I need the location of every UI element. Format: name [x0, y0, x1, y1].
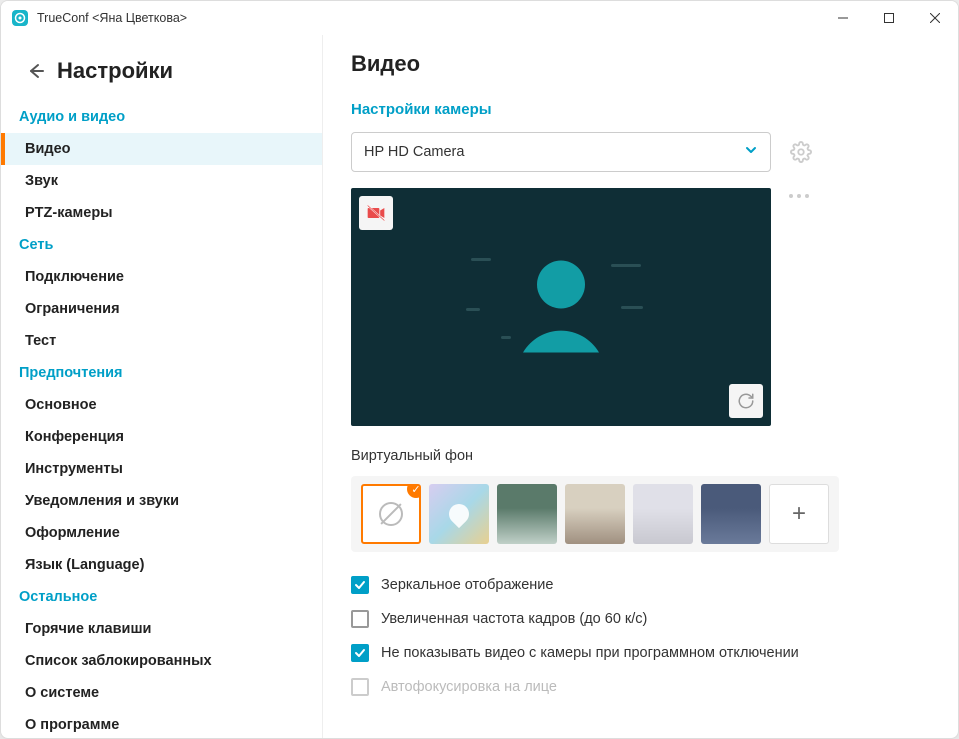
check-label: Не показывать видео с камеры при програм…: [381, 645, 799, 661]
nav-group-network: Сеть: [1, 229, 322, 261]
nav-group-other: Остальное: [1, 581, 322, 613]
page-title: Видео: [351, 51, 930, 77]
checkbox-icon: [351, 610, 369, 628]
bg-option-add[interactable]: +: [769, 484, 829, 544]
minimize-button[interactable]: [820, 1, 866, 35]
blur-icon: [445, 500, 473, 528]
titlebar: TrueConf <Яна Цветкова>: [1, 1, 958, 35]
sidebar-item-video[interactable]: Видео: [1, 133, 322, 165]
bg-option-none[interactable]: ✓: [361, 484, 421, 544]
sidebar-title: Настройки: [57, 58, 173, 84]
close-button[interactable]: [912, 1, 958, 35]
virtual-bg-strip: ✓ +: [351, 476, 839, 552]
sidebar-item-about[interactable]: О программе: [1, 709, 322, 738]
preview-row: [351, 188, 930, 426]
sidebar-item-conference[interactable]: Конференция: [1, 421, 322, 453]
checkbox-icon: [351, 644, 369, 662]
camera-settings-label: Настройки камеры: [351, 101, 930, 118]
content-area: Настройки Аудио и видео Видео Звук PTZ-к…: [1, 35, 958, 738]
check-autofocus-face: Автофокусировка на лице: [351, 678, 930, 696]
app-window: TrueConf <Яна Цветкова> Настройки Аудио …: [0, 0, 959, 739]
check-label: Увеличенная частота кадров (до 60 к/с): [381, 611, 647, 627]
sidebar-item-limits[interactable]: Ограничения: [1, 293, 322, 325]
chevron-down-icon: [744, 143, 758, 162]
camera-select-row: HP HD Camera: [351, 132, 930, 172]
app-icon: [11, 9, 29, 27]
bg-option-2[interactable]: [565, 484, 625, 544]
nav-group-preferences: Предпочтения: [1, 357, 322, 389]
checkbox-icon: [351, 576, 369, 594]
refresh-preview-button[interactable]: [729, 384, 763, 418]
bg-option-blur[interactable]: [429, 484, 489, 544]
sidebar-item-ptz[interactable]: PTZ-камеры: [1, 197, 322, 229]
window-controls: [820, 1, 958, 35]
preview-more-button[interactable]: [789, 188, 809, 198]
camera-preview: [351, 188, 771, 426]
sidebar-item-system[interactable]: О системе: [1, 677, 322, 709]
window-title: TrueConf <Яна Цветкова>: [37, 11, 820, 25]
none-icon: [379, 502, 403, 526]
main-panel: Видео Настройки камеры HP HD Camera: [323, 35, 958, 738]
sidebar-item-test[interactable]: Тест: [1, 325, 322, 357]
check-mirror[interactable]: Зеркальное отображение: [351, 576, 930, 594]
check-high-fps[interactable]: Увеличенная частота кадров (до 60 к/с): [351, 610, 930, 628]
sidebar-item-notifications[interactable]: Уведомления и звуки: [1, 485, 322, 517]
sidebar-item-language[interactable]: Язык (Language): [1, 549, 322, 581]
camera-select-value: HP HD Camera: [364, 144, 464, 160]
nav-group-audio-video: Аудио и видео: [1, 101, 322, 133]
sidebar-item-blocklist[interactable]: Список заблокированных: [1, 645, 322, 677]
check-label: Автофокусировка на лице: [381, 679, 557, 695]
sidebar-item-appearance[interactable]: Оформление: [1, 517, 322, 549]
camera-off-icon: [359, 196, 393, 230]
bg-option-3[interactable]: [633, 484, 693, 544]
sidebar-header: Настройки: [1, 35, 322, 101]
sidebar-item-connection[interactable]: Подключение: [1, 261, 322, 293]
maximize-button[interactable]: [866, 1, 912, 35]
sidebar-item-sound[interactable]: Звук: [1, 165, 322, 197]
camera-settings-gear[interactable]: [789, 140, 813, 164]
check-label: Зеркальное отображение: [381, 577, 553, 593]
bg-option-1[interactable]: [497, 484, 557, 544]
virtual-bg-label: Виртуальный фон: [351, 448, 930, 464]
avatar-placeholder-icon: [501, 245, 621, 370]
checkbox-icon: [351, 678, 369, 696]
check-hide-video[interactable]: Не показывать видео с камеры при програм…: [351, 644, 930, 662]
sidebar-item-tools[interactable]: Инструменты: [1, 453, 322, 485]
bg-option-4[interactable]: [701, 484, 761, 544]
check-icon: ✓: [407, 484, 421, 498]
sidebar: Настройки Аудио и видео Видео Звук PTZ-к…: [1, 35, 323, 738]
sidebar-item-hotkeys[interactable]: Горячие клавиши: [1, 613, 322, 645]
back-button[interactable]: [19, 55, 51, 87]
camera-select[interactable]: HP HD Camera: [351, 132, 771, 172]
sidebar-item-general[interactable]: Основное: [1, 389, 322, 421]
